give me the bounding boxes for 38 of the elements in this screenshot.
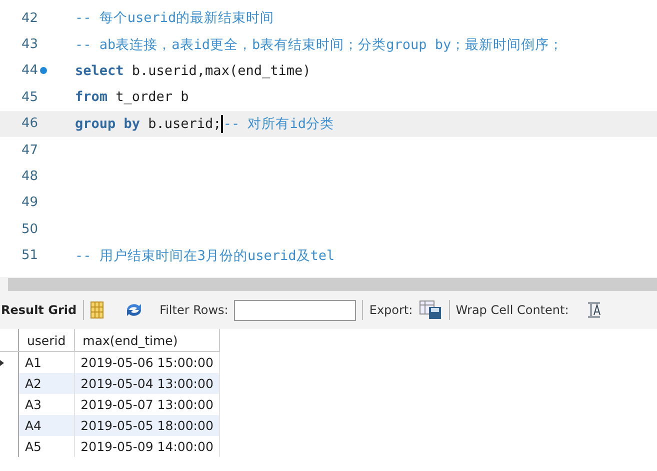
- text-cursor: [221, 114, 224, 133]
- line-number: 45: [20, 90, 38, 105]
- code-comment: -- ab表连接，a表id更全，b表有结束时间；分类group by；最新时间倒序；: [75, 36, 564, 54]
- table-cell: 2019-05-09 14:00:00: [74, 436, 220, 457]
- grid-columns-icon[interactable]: [90, 301, 104, 319]
- result-grid-label: Result Grid: [1, 303, 77, 317]
- table-cell: 2019-05-04 13:00:00: [74, 373, 220, 394]
- filter-rows-field[interactable]: [234, 300, 356, 320]
- table-cell: A5: [18, 436, 74, 457]
- export-grid-icon[interactable]: [418, 300, 443, 320]
- filter-rows-label: Filter Rows:: [160, 303, 228, 317]
- line-number: 49: [20, 195, 38, 210]
- wrap-cell-content-label: Wrap Cell Content:: [456, 303, 569, 317]
- sql-keyword: group by: [75, 116, 140, 132]
- table-cell: A4: [18, 415, 74, 436]
- line-number: 48: [20, 169, 38, 184]
- sql-keyword: from: [75, 89, 108, 106]
- line-number: 47: [20, 142, 38, 158]
- line-number: 50: [20, 222, 38, 237]
- code-text: t_order b: [114, 89, 189, 106]
- line-number: 46: [20, 116, 38, 132]
- wrap-text-icon[interactable]: [586, 302, 601, 318]
- column-header[interactable]: max(end_time): [74, 329, 220, 352]
- code-comment: -- 每个userid的最新结束时间: [75, 9, 274, 28]
- sql-keyword: select: [75, 62, 124, 79]
- line-number: 44: [20, 63, 38, 78]
- export-label: Export:: [369, 303, 413, 317]
- code-text: b.userid,max(end_time): [130, 62, 311, 79]
- line-number: 42: [20, 10, 38, 26]
- code-comment: -- 用户结束时间在3月份的userid及tel: [75, 246, 335, 265]
- horizontal-scrollbar[interactable]: [8, 278, 657, 290]
- column-header[interactable]: userid: [18, 329, 74, 352]
- line-number: 43: [20, 37, 38, 52]
- line-number: 51: [20, 248, 38, 264]
- table-cell: 2019-05-05 18:00:00: [74, 415, 220, 436]
- code-comment: -- 对所有id分类: [223, 114, 334, 133]
- code-text: b.userid;: [147, 116, 222, 132]
- table-cell: A2: [18, 373, 74, 394]
